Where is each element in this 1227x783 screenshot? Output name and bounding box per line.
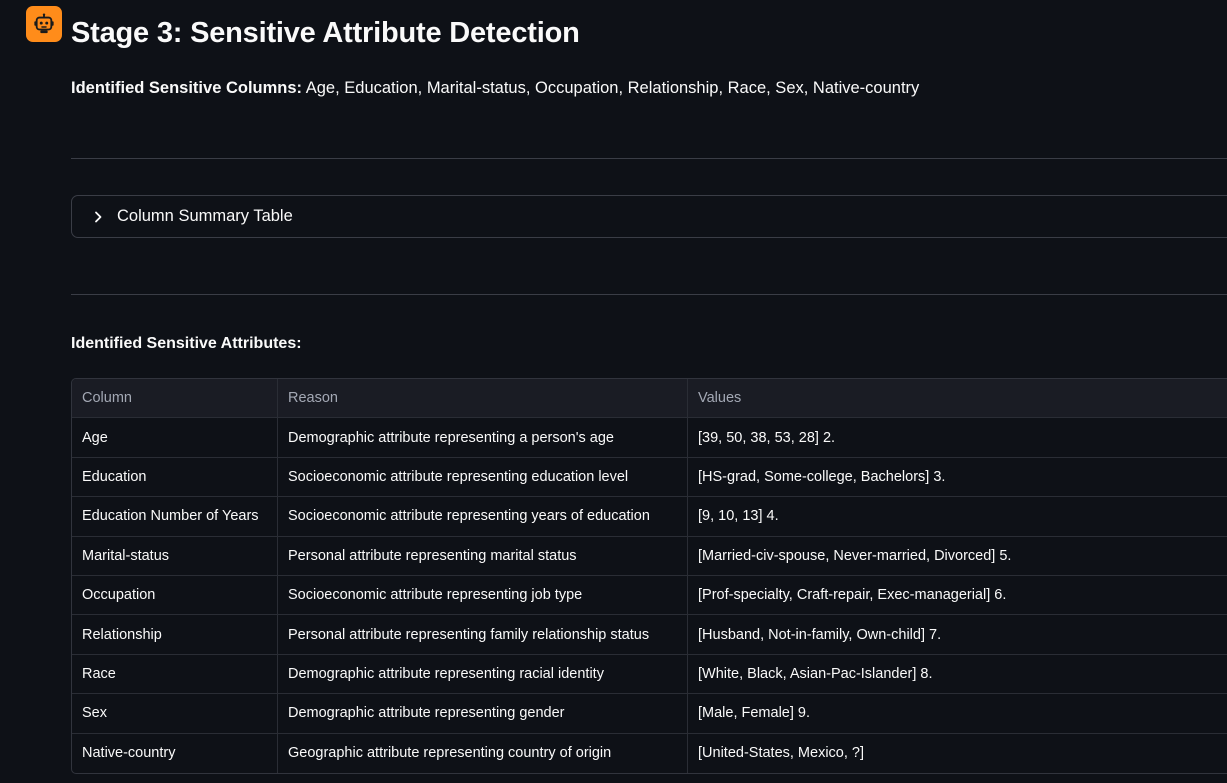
table-row: Relationship Personal attribute represen… <box>72 615 1227 655</box>
table-row: Occupation Socioeconomic attribute repre… <box>72 575 1227 616</box>
cell-values: [Married-civ-spouse, Never-married, Divo… <box>698 547 1012 564</box>
cell-reason: Socioeconomic attribute representing job… <box>278 575 688 615</box>
sensitive-columns-label: Identified Sensitive Columns: <box>71 79 303 97</box>
divider <box>71 158 1227 159</box>
column-summary-expander[interactable]: Column Summary Table <box>71 195 1227 238</box>
table-row: Marital-status Personal attribute repres… <box>72 536 1227 576</box>
robot-avatar <box>26 6 62 42</box>
chevron-right-icon <box>91 210 105 224</box>
table-row: Education Number of Years Socioeconomic … <box>72 497 1227 537</box>
cell-values: [39, 50, 38, 53, 28] 2. <box>698 429 836 446</box>
cell-column: Education <box>72 457 278 497</box>
cell-reason: Demographic attribute representing gende… <box>278 694 688 733</box>
divider <box>71 294 1227 295</box>
cell-reason: Demographic attribute representing racia… <box>278 654 688 694</box>
cell-column: Sex <box>72 694 278 733</box>
cell-column: Relationship <box>72 615 278 654</box>
cell-column: Education Number of Years <box>72 497 278 536</box>
cell-column: Race <box>72 654 278 694</box>
table-row: Native-country Geographic attribute repr… <box>72 733 1227 773</box>
robot-icon <box>34 13 54 34</box>
cell-reason: Demographic attribute representing a per… <box>278 418 688 457</box>
cell-column: Occupation <box>72 575 278 615</box>
table-header-row: Column Reason Values <box>72 379 1227 419</box>
table-row: Race Demographic attribute representing … <box>72 654 1227 695</box>
column-header-column[interactable]: Column <box>72 379 278 418</box>
cell-values: [United-States, Mexico, ?] <box>698 745 865 762</box>
cell-reason: Personal attribute representing marital … <box>278 536 688 575</box>
sensitive-columns-value: Age, Education, Marital-status, Occupati… <box>305 79 920 97</box>
cell-reason: Personal attribute representing family r… <box>278 615 688 654</box>
cell-values: [Male, Female] 9. <box>698 705 811 722</box>
cell-values: [HS-grad, Some-college, Bachelors] 3. <box>698 468 946 485</box>
cell-column: Native-country <box>72 733 278 773</box>
page-title: Stage 3: Sensitive Attribute Detection <box>71 17 580 49</box>
cell-values: [White, Black, Asian-Pac-Islander] 8. <box>698 665 933 682</box>
cell-column: Age <box>72 418 278 457</box>
cell-reason: Geographic attribute representing countr… <box>278 733 688 773</box>
cell-column: Marital-status <box>72 536 278 575</box>
column-header-values[interactable]: Values <box>688 379 1227 417</box>
sensitive-columns-line: Identified Sensitive Columns: Age, Educa… <box>71 79 919 98</box>
cell-values: [9, 10, 13] 4. <box>698 508 779 525</box>
cell-values: [Prof-specialty, Craft-repair, Exec-mana… <box>698 587 1007 604</box>
sensitive-attributes-table[interactable]: Column Reason Values Age Demographic att… <box>71 378 1227 774</box>
sensitive-attributes-heading: Identified Sensitive Attributes: <box>71 335 302 352</box>
app-page: Stage 3: Sensitive Attribute Detection I… <box>0 0 1227 783</box>
column-header-reason[interactable]: Reason <box>278 379 688 418</box>
expander-label: Column Summary Table <box>117 207 293 225</box>
table-row: Sex Demographic attribute representing g… <box>72 694 1227 734</box>
table-row: Education Socioeconomic attribute repres… <box>72 457 1227 498</box>
table-row: Age Demographic attribute representing a… <box>72 418 1227 458</box>
cell-reason: Socioeconomic attribute representing edu… <box>278 457 688 497</box>
cell-values: [Husband, Not-in-family, Own-child] 7. <box>698 626 942 643</box>
cell-reason: Socioeconomic attribute representing yea… <box>278 497 688 536</box>
